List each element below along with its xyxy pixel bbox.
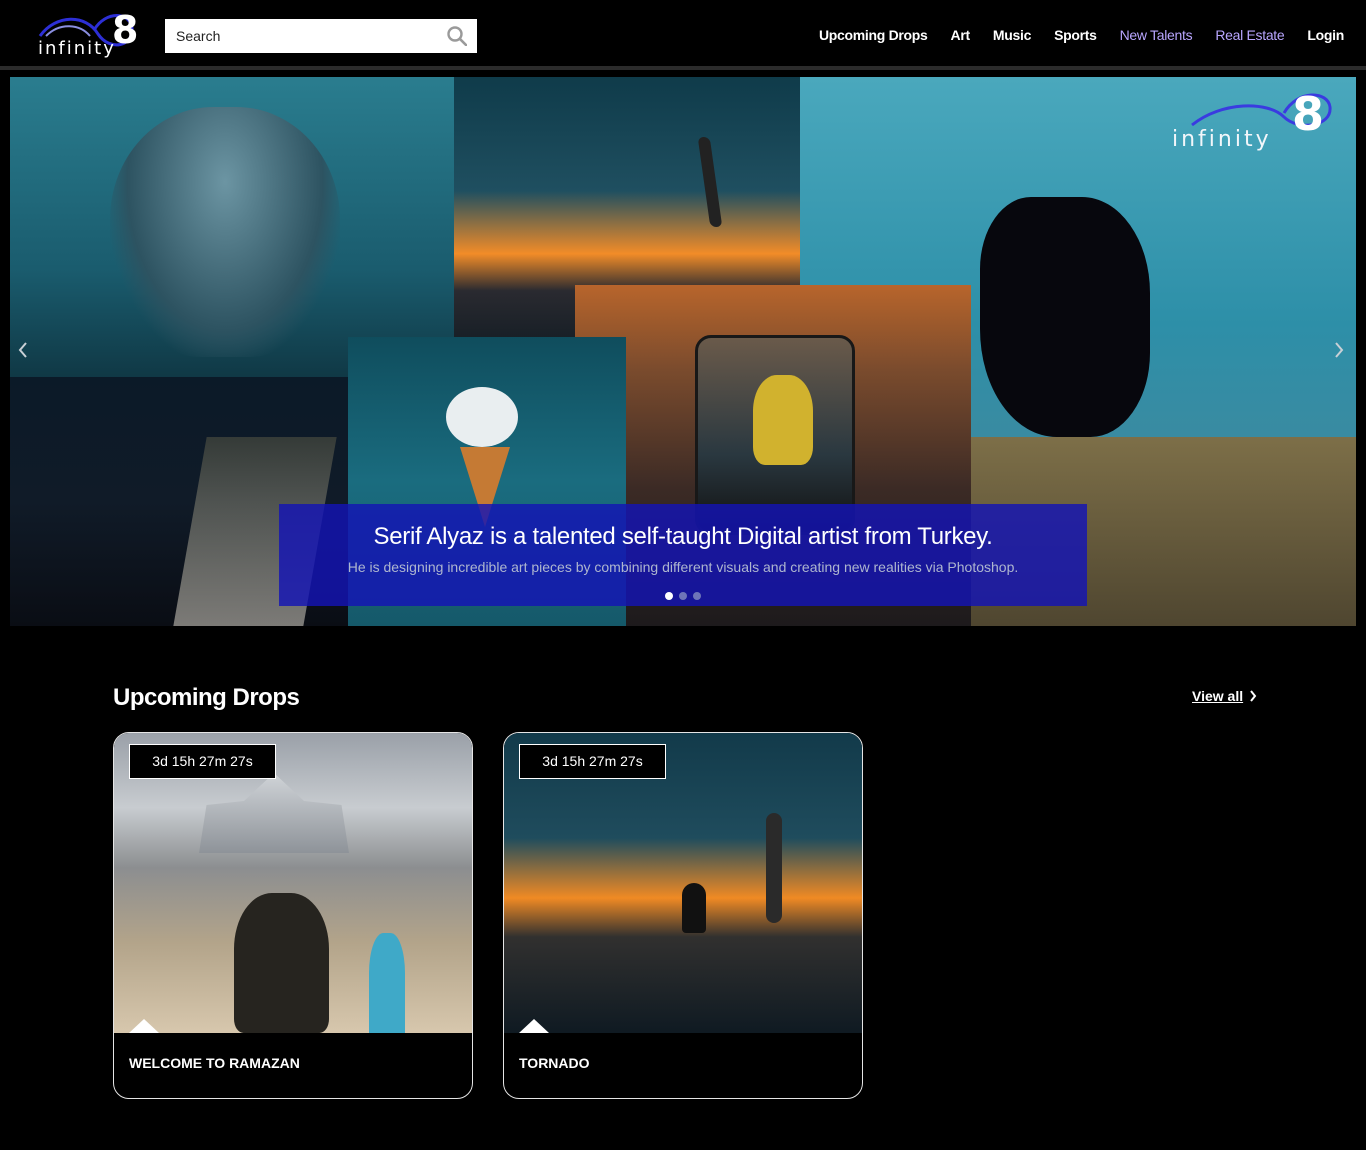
nav-real-estate[interactable]: Real Estate <box>1215 27 1284 43</box>
woman-figure <box>369 933 405 1033</box>
carousel-next-icon[interactable] <box>1334 342 1348 362</box>
drop-card[interactable]: 3d 15h 27m 27s WELCOME TO RAMAZAN <box>113 732 473 1099</box>
logo-word: infinity <box>38 38 116 59</box>
hero-caption: Serif Alyaz is a talented self-taught Di… <box>279 504 1087 606</box>
person-yellow-coat <box>753 375 813 465</box>
countdown-badge: 3d 15h 27m 27s <box>519 744 666 779</box>
hero-carousel: infinity 8 Serif Alyaz is a talented sel… <box>10 77 1356 626</box>
watermark-word: infinity <box>1172 127 1272 152</box>
nav-art[interactable]: Art <box>951 27 971 43</box>
nav-login[interactable]: Login <box>1307 27 1344 43</box>
carousel-dot-3[interactable] <box>693 592 701 600</box>
triangle-marker-icon <box>519 1019 549 1033</box>
drop-card[interactable]: 3d 15h 27m 27s TORNADO <box>503 732 863 1099</box>
camel-shape <box>234 893 329 1033</box>
search-box <box>165 19 477 53</box>
carousel-indicators <box>279 592 1087 600</box>
tornado-shape <box>697 137 723 227</box>
chevron-right-icon <box>1250 690 1257 702</box>
infinity8-logo[interactable]: infinity 8 <box>36 6 138 64</box>
tornado-shape <box>766 813 782 923</box>
search-icon[interactable] <box>447 26 467 46</box>
search-input[interactable] <box>165 19 435 53</box>
view-all-link[interactable]: View all <box>1192 688 1257 704</box>
nav-new-talents[interactable]: New Talents <box>1120 27 1193 43</box>
nav-music[interactable]: Music <box>993 27 1031 43</box>
cloud-shape <box>446 387 518 447</box>
swimmer-figure <box>682 883 706 933</box>
site-header: infinity 8 Upcoming Drops Art Music Spor… <box>0 0 1366 70</box>
drop-card-title: TORNADO <box>519 1055 590 1071</box>
triangle-marker-icon <box>129 1019 159 1033</box>
hero-watermark-logo: infinity 8 <box>1172 87 1342 157</box>
main-nav: Upcoming Drops Art Music Sports New Tale… <box>819 27 1344 43</box>
nav-upcoming-drops[interactable]: Upcoming Drops <box>819 27 928 43</box>
diver-figure <box>110 107 340 357</box>
drop-card-title: WELCOME TO RAMAZAN <box>129 1055 300 1071</box>
hero-caption-title: Serif Alyaz is a talented self-taught Di… <box>373 523 993 550</box>
carousel-prev-icon[interactable] <box>18 342 32 362</box>
countdown-badge: 3d 15h 27m 27s <box>129 744 276 779</box>
nav-sports[interactable]: Sports <box>1054 27 1097 43</box>
starry-hole <box>980 197 1150 437</box>
hero-caption-subtitle: He is designing incredible art pieces by… <box>347 559 1019 575</box>
logo-mark: 8 <box>112 8 139 52</box>
upcoming-drops-heading: Upcoming Drops <box>113 684 300 711</box>
view-all-label: View all <box>1192 688 1244 704</box>
carousel-dot-2[interactable] <box>679 592 687 600</box>
watermark-mark: 8 <box>1292 87 1325 141</box>
carousel-dot-1[interactable] <box>665 592 673 600</box>
mosque-shape <box>199 773 349 853</box>
